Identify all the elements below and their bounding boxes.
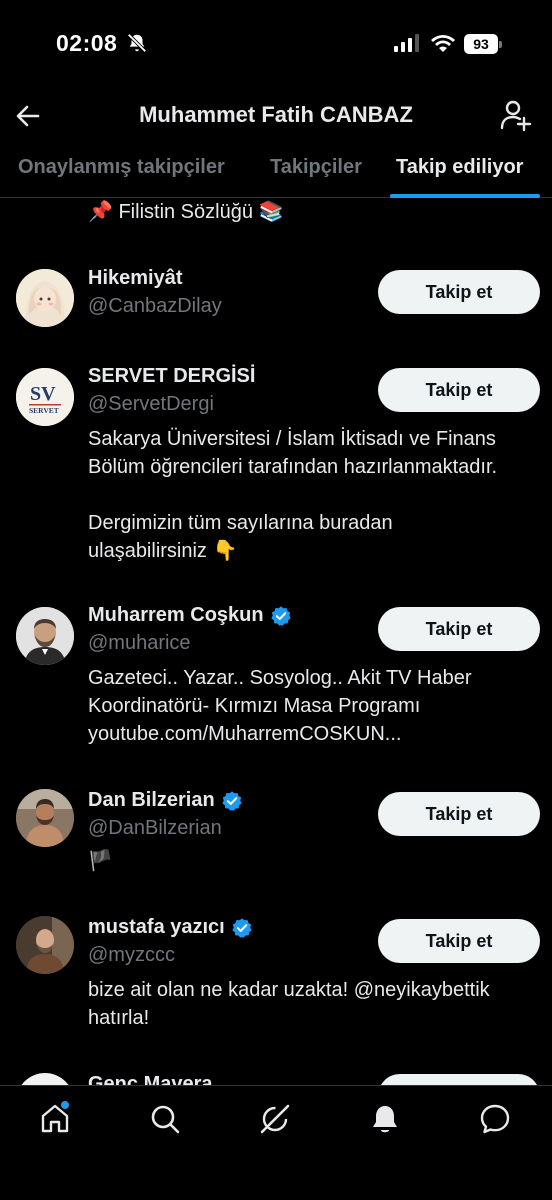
- status-time: 02:08: [56, 30, 118, 56]
- avatar[interactable]: [16, 269, 74, 327]
- follow-button[interactable]: Takip et: [378, 919, 540, 963]
- search-icon[interactable]: [148, 1102, 182, 1136]
- follow-button[interactable]: Takip et: [378, 270, 540, 314]
- battery-level: 93: [464, 34, 498, 54]
- black-flag-icon: 🏴: [88, 850, 113, 872]
- home-notification-dot: [60, 1100, 70, 1110]
- user-name-line: Muharrem Coşkun: [88, 604, 292, 627]
- notifications-bell-icon[interactable]: [368, 1102, 402, 1136]
- user-handle: @myzccc: [88, 944, 175, 966]
- user-name-line: Genç Mavera: [88, 1073, 213, 1085]
- svg-text:SV: SV: [30, 383, 56, 405]
- avatar[interactable]: [16, 789, 74, 847]
- user-name[interactable]: Hikemiyât: [88, 267, 183, 290]
- user-name[interactable]: Genç Mavera: [88, 1073, 213, 1085]
- user-name[interactable]: mustafa yazıcı: [88, 916, 225, 939]
- status-bar: 02:08 93: [0, 0, 552, 90]
- user-bio: 🏴: [88, 847, 538, 875]
- avatar[interactable]: [16, 1073, 74, 1085]
- avatar[interactable]: SV SERVET: [16, 368, 74, 426]
- follow-button[interactable]: Takip et: [378, 607, 540, 651]
- verified-badge-icon: [232, 917, 252, 938]
- user-handle: @ServetDergi: [88, 393, 214, 415]
- follow-button[interactable]: Takip et: [378, 792, 540, 836]
- bell-slash-icon: [127, 33, 147, 53]
- user-handle: @muharice: [88, 632, 191, 654]
- grok-icon[interactable]: [258, 1102, 292, 1136]
- tab-followers[interactable]: Takipçiler: [270, 156, 362, 179]
- following-list: 📌 Filistin Sözlüğü 📚 Hikemiyât @CanbazDi…: [0, 199, 552, 1085]
- verified-badge-icon: [270, 605, 291, 626]
- tab-verified-followers[interactable]: Onaylanmış takipçiler: [18, 156, 225, 179]
- bottom-navigation: [0, 1085, 552, 1200]
- tab-following[interactable]: Takip ediliyor: [396, 156, 523, 179]
- user-name-line: mustafa yazıcı: [88, 916, 253, 939]
- user-bio: Gazeteci.. Yazar.. Sosyolog.. Akit TV Ha…: [88, 664, 538, 748]
- wifi-icon: [431, 35, 455, 52]
- user-name[interactable]: Muharrem Coşkun: [88, 604, 264, 627]
- user-name-line: Hikemiyât: [88, 267, 183, 290]
- svg-text:SERVET: SERVET: [29, 406, 59, 415]
- active-tab-indicator: [390, 194, 540, 198]
- user-handle: @CanbazDilay: [88, 295, 222, 317]
- avatar[interactable]: [16, 916, 74, 974]
- add-user-icon[interactable]: [498, 98, 532, 132]
- follow-button[interactable]: Takip et: [378, 368, 540, 412]
- follow-button[interactable]: [378, 1074, 540, 1085]
- user-bio: Sakarya Üniversitesi / İslam İktisadı ve…: [88, 428, 498, 562]
- avatar[interactable]: [16, 607, 74, 665]
- user-name-line: SERVET DERGİSİ: [88, 365, 255, 388]
- user-handle: @DanBilzerian: [88, 817, 222, 839]
- page-title: Muhammet Fatih CANBAZ: [139, 102, 413, 127]
- follow-tabs: Onaylanmış takipçiler Takipçiler Takip e…: [0, 142, 552, 198]
- messages-icon[interactable]: [478, 1102, 512, 1136]
- cellular-signal-icon: [394, 34, 419, 52]
- user-bio: bize ait olan ne kadar uzakta! @neyikayb…: [88, 979, 490, 1029]
- profile-header: Muhammet Fatih CANBAZ: [0, 92, 552, 142]
- user-name[interactable]: SERVET DERGİSİ: [88, 365, 255, 388]
- user-name[interactable]: Dan Bilzerian: [88, 789, 215, 812]
- verified-badge-icon: [222, 790, 242, 811]
- battery-icon: 93: [464, 34, 502, 54]
- user-name-line: Dan Bilzerian: [88, 789, 243, 812]
- bio-link[interactable]: youtube.com/MuharremCOSKUN...: [88, 720, 538, 748]
- previous-user-bio: 📌 Filistin Sözlüğü 📚: [88, 201, 284, 223]
